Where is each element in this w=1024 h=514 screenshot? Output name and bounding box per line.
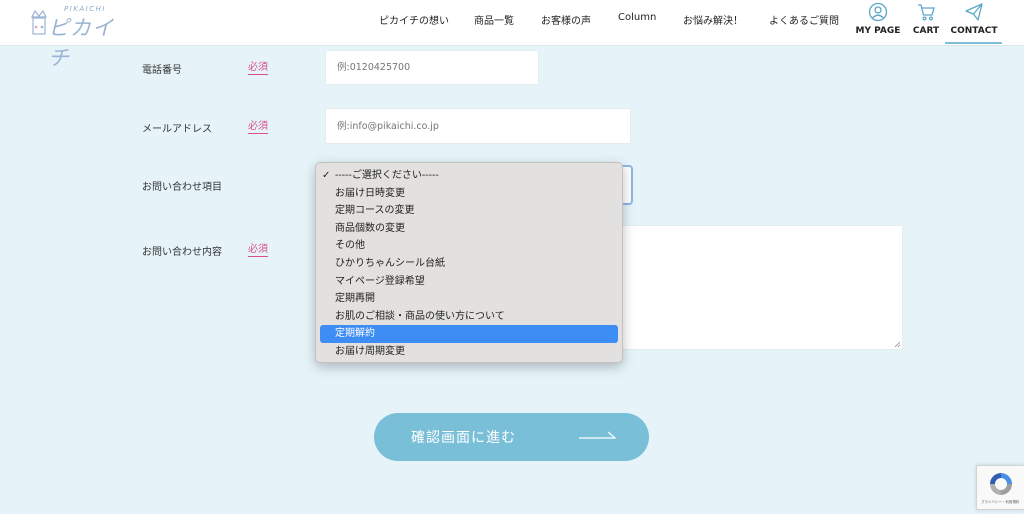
inquiry-type-dropdown: ✓ -----ご選択ください----- お届け日時変更 定期コースの変更 商品個… — [315, 162, 623, 363]
option-mypage-registration[interactable]: マイページ登録希望 — [316, 273, 622, 291]
site-header: PIKAICHI ピカイチ ピカイチの想い 商品一覧 お客様の声 Column … — [0, 0, 1024, 70]
option-subscription-course-change[interactable]: 定期コースの変更 — [316, 202, 622, 220]
phone-input[interactable] — [325, 50, 539, 85]
option-label: -----ご選択ください----- — [335, 170, 439, 181]
nav-column[interactable]: Column — [618, 12, 656, 23]
inquiry-type-label: お問い合わせ項目 — [142, 182, 222, 193]
nav-contact[interactable]: CONTACT — [948, 2, 1000, 44]
email-label: メールアドレス — [142, 124, 212, 135]
nav-mypage[interactable]: MY PAGE — [854, 2, 902, 44]
nav-faq[interactable]: よくあるご質問 — [769, 12, 839, 27]
shopping-cart-icon — [918, 4, 935, 21]
crown-logo-icon — [31, 9, 47, 35]
recaptcha-badge[interactable]: プライバシー・利用規約 — [976, 465, 1024, 510]
nav-reviews[interactable]: お客様の声 — [541, 12, 591, 27]
contact-label: CONTACT — [950, 26, 998, 36]
cart-label: CART — [912, 26, 940, 36]
email-input[interactable] — [325, 108, 631, 144]
recaptcha-icon — [990, 473, 1012, 495]
arrow-right-icon — [579, 431, 617, 439]
mypage-label: MY PAGE — [855, 26, 901, 36]
resize-grip-icon[interactable] — [894, 341, 901, 348]
message-label: お問い合わせ内容 — [142, 247, 222, 258]
option-delivery-date-change[interactable]: お届け日時変更 — [316, 185, 622, 203]
nav-about[interactable]: ピカイチの想い — [379, 12, 449, 27]
nav-solutions[interactable]: お悩み解決！ — [683, 12, 743, 27]
nav-cart[interactable]: CART — [909, 2, 943, 44]
checkmark-icon: ✓ — [322, 170, 331, 181]
site-logo[interactable]: PIKAICHI ピカイチ — [30, 2, 130, 70]
nav-products[interactable]: 商品一覧 — [474, 12, 514, 27]
option-skin-consultation[interactable]: お肌のご相談・商品の使い方について — [316, 308, 622, 326]
option-other[interactable]: その他 — [316, 237, 622, 255]
option-placeholder[interactable]: ✓ -----ご選択ください----- — [316, 167, 622, 185]
message-required-badge: 必須 — [248, 244, 268, 257]
recaptcha-terms[interactable]: プライバシー・利用規約 — [981, 500, 1019, 505]
option-delivery-cycle-change[interactable]: お届け周期変更 — [316, 343, 622, 361]
user-circle-icon — [868, 2, 888, 22]
paper-plane-icon — [965, 3, 983, 21]
option-sticker-sheet[interactable]: ひかりちゃんシール台紙 — [316, 255, 622, 273]
option-quantity-change[interactable]: 商品個数の変更 — [316, 220, 622, 238]
submit-label: 確認画面に進む — [411, 430, 516, 446]
submit-confirm-button[interactable]: 確認画面に進む — [374, 413, 649, 461]
email-required-badge: 必須 — [248, 121, 268, 134]
option-subscription-cancel[interactable]: 定期解約 — [320, 325, 618, 343]
option-subscription-resume[interactable]: 定期再開 — [316, 290, 622, 308]
logo-title: ピカイチ — [48, 16, 114, 70]
phone-label: 電話番号 — [142, 65, 182, 76]
active-nav-underline — [945, 42, 1002, 44]
phone-required-badge: 必須 — [248, 62, 268, 75]
